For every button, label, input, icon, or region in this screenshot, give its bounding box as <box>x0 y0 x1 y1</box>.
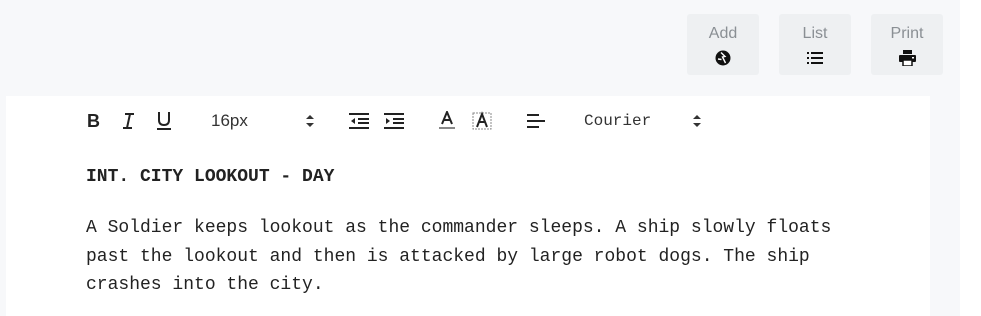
indent-icon[interactable] <box>384 108 404 134</box>
page-edge <box>960 0 981 316</box>
add-button-label: Add <box>708 25 738 42</box>
list-button[interactable]: List <box>779 14 851 75</box>
highlight-color-icon[interactable] <box>472 108 492 134</box>
select-arrows-icon <box>305 114 315 128</box>
font-family-select[interactable]: Courier <box>584 108 702 134</box>
font-size-select[interactable]: 16px <box>211 108 315 134</box>
action-bar: Add List Print <box>687 14 943 75</box>
list-button-label: List <box>802 25 828 42</box>
bold-icon[interactable]: B <box>86 108 102 134</box>
font-family-value: Courier <box>584 112 652 130</box>
script-editor[interactable]: B 16px Courier INT. CITY LOOKOUT - DAY A… <box>6 96 930 316</box>
outdent-icon[interactable] <box>349 108 369 134</box>
print-button-label: Print <box>890 25 924 42</box>
underline-icon[interactable] <box>155 108 173 134</box>
list-icon <box>806 50 824 66</box>
action-paragraph[interactable]: A Soldier keeps lookout as the commander… <box>86 214 866 300</box>
font-size-value: 16px <box>211 111 248 130</box>
add-icon <box>714 50 732 66</box>
text-color-icon[interactable] <box>438 108 456 134</box>
add-button[interactable]: Add <box>687 14 759 75</box>
select-arrows-icon <box>692 114 702 128</box>
align-left-icon[interactable] <box>526 108 546 134</box>
italic-icon[interactable] <box>120 108 136 134</box>
print-button[interactable]: Print <box>871 14 943 75</box>
script-content[interactable]: INT. CITY LOOKOUT - DAY A Soldier keeps … <box>86 166 866 300</box>
formatting-toolbar: B 16px Courier <box>6 108 930 134</box>
print-icon <box>898 50 916 66</box>
svg-text:B: B <box>87 112 100 130</box>
scene-heading[interactable]: INT. CITY LOOKOUT - DAY <box>86 166 866 188</box>
